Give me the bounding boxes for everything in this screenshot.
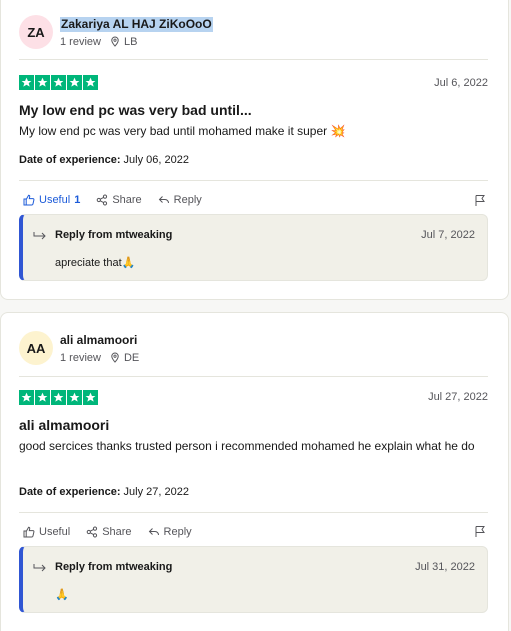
experience-date: July 27, 2022 xyxy=(123,486,189,498)
reviewer-header: AA ali almamoori 1 review DE xyxy=(19,331,147,365)
star-icon xyxy=(83,75,98,90)
review-body: My low end pc was very bad until mohamed… xyxy=(19,124,346,138)
location-pin-icon xyxy=(111,36,119,47)
review-title[interactable]: ali almamoori xyxy=(19,417,109,433)
location-pin-icon xyxy=(111,352,119,363)
share-label: Share xyxy=(112,194,142,206)
experience-label: Date of experience: xyxy=(19,154,121,166)
thumbs-up-icon xyxy=(23,526,35,538)
date-of-experience: Date of experience: July 27, 2022 xyxy=(19,486,189,498)
star-icon xyxy=(83,390,98,405)
divider xyxy=(19,376,488,377)
review-count: 1 review xyxy=(60,35,101,48)
useful-label: Useful xyxy=(39,526,71,538)
flag-icon[interactable] xyxy=(474,525,486,538)
reply-arrow-icon xyxy=(148,528,159,536)
useful-count: 1 xyxy=(74,194,81,206)
reviewer-meta: 1 review DE xyxy=(60,352,147,364)
divider xyxy=(19,512,488,513)
reply-date: Jul 7, 2022 xyxy=(421,229,475,241)
useful-button[interactable]: Useful xyxy=(23,526,70,538)
star-icon xyxy=(51,390,66,405)
reply-from: Reply from mtweaking xyxy=(55,561,173,573)
share-button[interactable]: Share xyxy=(86,526,132,538)
reply-date: Jul 31, 2022 xyxy=(415,561,475,573)
reply-label: Reply xyxy=(173,194,202,206)
reply-text: apreciate that🙏 xyxy=(55,257,136,269)
avatar[interactable]: ZA xyxy=(19,15,53,49)
experience-date: July 06, 2022 xyxy=(123,154,189,166)
reply-from: Reply from mtweaking xyxy=(55,229,173,241)
reviewer-country: DE xyxy=(123,351,140,364)
reply-arrow-icon xyxy=(158,196,169,204)
share-icon xyxy=(86,526,98,538)
star-icon xyxy=(51,75,66,90)
star-icon xyxy=(19,390,34,405)
flag-icon[interactable] xyxy=(474,194,486,207)
star-icon xyxy=(35,390,50,405)
divider xyxy=(19,180,488,181)
date-of-experience: Date of experience: July 06, 2022 xyxy=(19,154,189,166)
useful-button[interactable]: Useful 1 xyxy=(23,194,80,206)
star-rating xyxy=(19,390,99,405)
reviewer-name[interactable]: Zakariya AL HAJ ZiKoOoO xyxy=(60,16,213,32)
star-icon xyxy=(19,75,34,90)
review-body: good sercices thanks trusted person i re… xyxy=(19,439,475,453)
review-card: ZA Zakariya AL HAJ ZiKoOoO 1 review LB J… xyxy=(0,0,509,300)
reply-arrow-icon xyxy=(33,564,46,572)
star-rating xyxy=(19,75,99,90)
review-count: 1 review xyxy=(60,351,101,364)
review-actions: Useful 1 Share Reply xyxy=(23,194,218,206)
company-reply: Reply from mtweaking Jul 31, 2022 🙏 xyxy=(19,546,488,613)
star-icon xyxy=(67,390,82,405)
share-icon xyxy=(97,194,108,206)
reviewer-name[interactable]: ali almamoori xyxy=(60,333,147,348)
review-card: AA ali almamoori 1 review DE Jul 27, 202… xyxy=(0,312,509,631)
reply-text: 🙏 xyxy=(55,589,69,601)
avatar[interactable]: AA xyxy=(19,331,53,365)
review-title[interactable]: My low end pc was very bad until... xyxy=(19,102,252,118)
reviewer-header: ZA Zakariya AL HAJ ZiKoOoO 1 review LB xyxy=(19,15,213,49)
reply-button[interactable]: Reply xyxy=(158,194,202,206)
company-reply: Reply from mtweaking Jul 7, 2022 aprecia… xyxy=(19,214,488,281)
reviewer-meta: 1 review LB xyxy=(60,36,213,48)
reply-arrow-icon xyxy=(33,232,46,240)
star-icon xyxy=(35,75,50,90)
reviewer-country: LB xyxy=(123,35,138,48)
divider xyxy=(19,59,488,60)
share-label: Share xyxy=(102,526,132,538)
review-date: Jul 6, 2022 xyxy=(434,77,488,89)
thumbs-up-icon xyxy=(23,194,35,206)
star-icon xyxy=(67,75,82,90)
review-actions: Useful Share Reply xyxy=(23,526,208,538)
reply-label: Reply xyxy=(163,526,192,538)
review-date: Jul 27, 2022 xyxy=(428,391,488,403)
experience-label: Date of experience: xyxy=(19,486,121,498)
useful-label: Useful xyxy=(39,194,71,206)
share-button[interactable]: Share xyxy=(96,194,142,206)
reply-button[interactable]: Reply xyxy=(148,526,192,538)
